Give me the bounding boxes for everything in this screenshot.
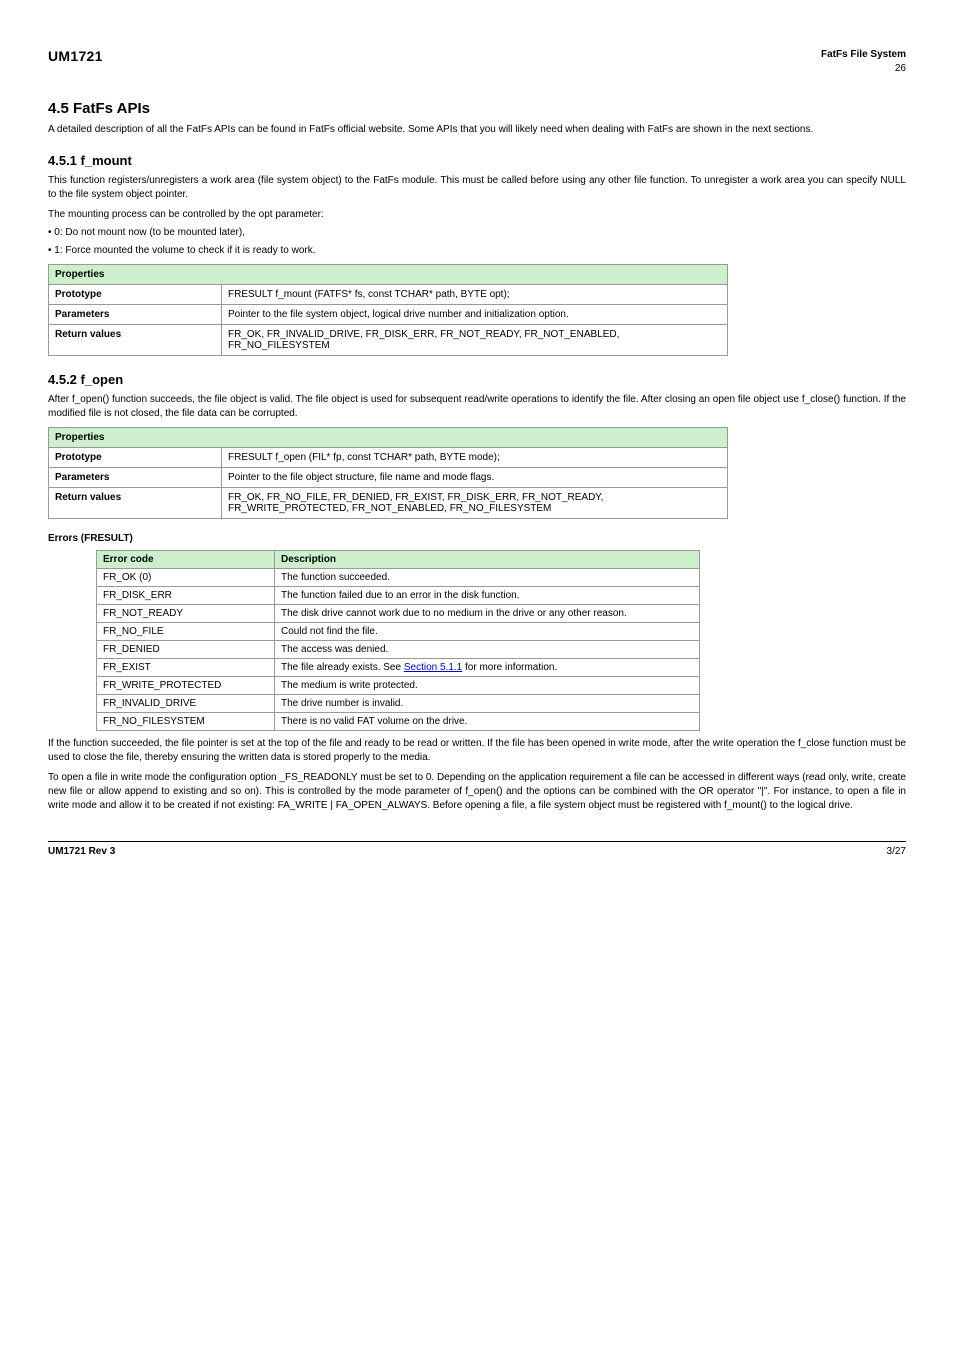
table-row: FR_INVALID_DRIVEThe drive number is inva…: [97, 695, 700, 713]
enum-intro: The mounting process can be controlled b…: [48, 208, 906, 222]
footer-right: 3/27: [887, 846, 906, 857]
f-open-table: Properties Prototype FRESULT f_open (FIL…: [48, 427, 728, 519]
prop-name: Return values: [49, 325, 222, 356]
table-row: FR_OK (0)The function succeeded.: [97, 569, 700, 587]
table-row: FR_NO_FILECould not find the file.: [97, 623, 700, 641]
prop-value: Pointer to the file system object, logic…: [222, 305, 728, 325]
prop-value: FRESULT f_mount (FATFS* fs, const TCHAR*…: [222, 285, 728, 305]
enum-item-2: • 1: Force mounted the volume to check i…: [48, 244, 906, 258]
error-desc: The function failed due to an error in t…: [275, 587, 700, 605]
enum-item-1: • 0: Do not mount now (to be mounted lat…: [48, 226, 906, 240]
table-row: FR_NOT_READYThe disk drive cannot work d…: [97, 605, 700, 623]
lib-name: FatFs File System: [821, 48, 906, 62]
section-4-5-1-title: 4.5.1 f_mount: [48, 153, 906, 168]
footer-rule: [48, 841, 906, 842]
f-mount-table-caption: Properties: [49, 265, 728, 285]
prop-value: FR_OK, FR_INVALID_DRIVE, FR_DISK_ERR, FR…: [222, 325, 728, 356]
cross-ref-link[interactable]: Section 5.1.1: [404, 662, 462, 673]
prop-name: Prototype: [49, 448, 222, 468]
table-row: Prototype FRESULT f_mount (FATFS* fs, co…: [49, 285, 728, 305]
error-desc: The function succeeded.: [275, 569, 700, 587]
error-desc: The access was denied.: [275, 641, 700, 659]
table-row: FR_NO_FILESYSTEMThere is no valid FAT vo…: [97, 713, 700, 731]
error-code: FR_WRITE_PROTECTED: [97, 677, 275, 695]
section-4-5-1-para: This function registers/unregisters a wo…: [48, 174, 906, 202]
error-code: FR_EXIST: [97, 659, 275, 677]
footer-left: UM1721 Rev 3: [48, 846, 115, 857]
prop-value: Pointer to the file object structure, fi…: [222, 468, 728, 488]
error-code: FR_INVALID_DRIVE: [97, 695, 275, 713]
table-row: Parameters Pointer to the file system ob…: [49, 305, 728, 325]
prop-name: Parameters: [49, 305, 222, 325]
error-code: FR_OK (0): [97, 569, 275, 587]
errors-table: Error code Description FR_OK (0)The func…: [96, 550, 700, 731]
error-desc: There is no valid FAT volume on the driv…: [275, 713, 700, 731]
after-errors-para-2: To open a file in write mode the configu…: [48, 771, 906, 813]
table-row: FR_EXISTThe file already exists. See Sec…: [97, 659, 700, 677]
error-code: FR_DISK_ERR: [97, 587, 275, 605]
prop-name: Parameters: [49, 468, 222, 488]
version-number: 26: [821, 62, 906, 76]
table-row: Return values FR_OK, FR_INVALID_DRIVE, F…: [49, 325, 728, 356]
error-desc: The medium is write protected.: [275, 677, 700, 695]
error-code: FR_NO_FILE: [97, 623, 275, 641]
table-row: FR_WRITE_PROTECTEDThe medium is write pr…: [97, 677, 700, 695]
errors-col-desc: Description: [275, 551, 700, 569]
prop-name: Prototype: [49, 285, 222, 305]
table-row: Prototype FRESULT f_open (FIL* fp, const…: [49, 448, 728, 468]
section-4-5-title: 4.5 FatFs APIs: [48, 100, 906, 117]
error-desc: The disk drive cannot work due to no med…: [275, 605, 700, 623]
table-row: FR_DENIEDThe access was denied.: [97, 641, 700, 659]
f-open-table-caption: Properties: [49, 428, 728, 448]
error-desc: The file already exists. See Section 5.1…: [275, 659, 700, 677]
prop-value: FRESULT f_open (FIL* fp, const TCHAR* pa…: [222, 448, 728, 468]
section-4-5-para: A detailed description of all the FatFs …: [48, 123, 906, 137]
after-errors-para-1: If the function succeeded, the file poin…: [48, 737, 906, 765]
prop-value: FR_OK, FR_NO_FILE, FR_DENIED, FR_EXIST, …: [222, 488, 728, 519]
errors-label: Errors (FRESULT): [48, 533, 906, 544]
error-desc: The drive number is invalid.: [275, 695, 700, 713]
section-4-5-2-title: 4.5.2 f_open: [48, 372, 906, 387]
table-row: Return values FR_OK, FR_NO_FILE, FR_DENI…: [49, 488, 728, 519]
section-4-5-2-para: After f_open() function succeeds, the fi…: [48, 393, 906, 421]
error-code: FR_NO_FILESYSTEM: [97, 713, 275, 731]
errors-col-code: Error code: [97, 551, 275, 569]
doc-id: UM1721: [48, 48, 103, 64]
table-row: Parameters Pointer to the file object st…: [49, 468, 728, 488]
doc-version: FatFs File System 26: [821, 48, 906, 76]
prop-name: Return values: [49, 488, 222, 519]
error-code: FR_NOT_READY: [97, 605, 275, 623]
error-desc: Could not find the file.: [275, 623, 700, 641]
table-row: FR_DISK_ERRThe function failed due to an…: [97, 587, 700, 605]
error-code: FR_DENIED: [97, 641, 275, 659]
f-mount-table: Properties Prototype FRESULT f_mount (FA…: [48, 264, 728, 356]
